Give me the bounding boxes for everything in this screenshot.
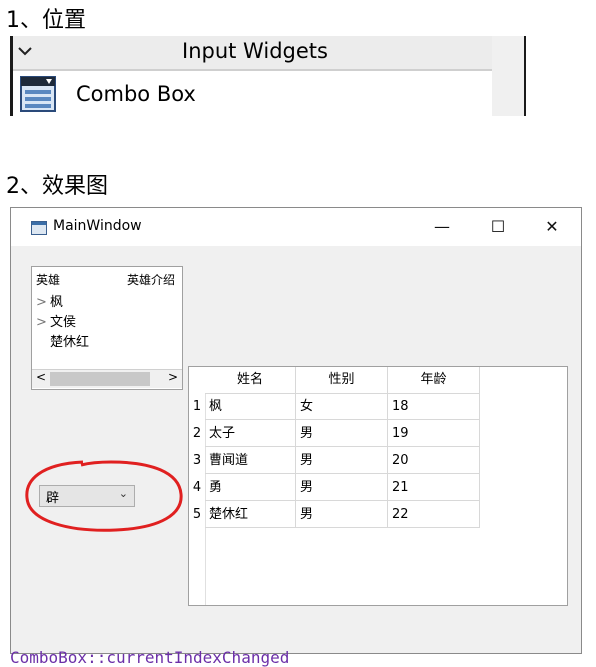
- input-widgets-group-header[interactable]: Input Widgets: [10, 36, 492, 71]
- tree-item[interactable]: 楚休红: [36, 331, 89, 350]
- main-window: MainWindow — ☐ ✕ 英雄 英雄介绍 > 枫 > 文侯 楚休红 < > …: [10, 207, 582, 654]
- table-cell-age[interactable]: 22: [388, 501, 480, 528]
- close-button[interactable]: ✕: [529, 212, 575, 242]
- row-number[interactable]: 1: [189, 393, 205, 420]
- scroll-thumb[interactable]: [50, 372, 150, 386]
- divider: [10, 36, 13, 116]
- scroll-right-icon[interactable]: >: [168, 370, 178, 384]
- table-cell-name[interactable]: 太子: [205, 420, 296, 447]
- maximize-button[interactable]: ☐: [475, 212, 521, 242]
- table-cell-name[interactable]: 枫: [205, 393, 296, 420]
- table-cell-name[interactable]: 勇: [205, 474, 296, 501]
- row-number[interactable]: 5: [189, 501, 205, 528]
- app-icon: [31, 221, 47, 235]
- minimize-button[interactable]: —: [419, 212, 465, 242]
- hero-tree-widget[interactable]: 英雄 英雄介绍 > 枫 > 文侯 楚休红 < >: [31, 266, 183, 390]
- table-header-sex[interactable]: 性别: [296, 367, 388, 394]
- expand-arrow-icon[interactable]: >: [36, 295, 50, 310]
- table-header-age[interactable]: 年龄: [388, 367, 480, 394]
- window-title: MainWindow: [53, 218, 142, 234]
- row-number[interactable]: 4: [189, 474, 205, 501]
- tree-item-label: 楚休红: [50, 335, 90, 350]
- tree-item[interactable]: > 枫: [36, 291, 63, 310]
- hero-table-widget[interactable]: 姓名 性别 年龄 1 枫 女 18 2 太子 男 19 3 曹闻道 男 20 4…: [188, 366, 568, 606]
- tree-header: 英雄 英雄介绍: [32, 267, 182, 289]
- table-cell-name[interactable]: 楚休红: [205, 501, 296, 528]
- expand-arrow-icon[interactable]: >: [36, 315, 50, 330]
- tree-item-label: 文侯: [50, 315, 77, 330]
- highlight-circle: [25, 460, 183, 532]
- group-title: Input Widgets: [182, 39, 328, 63]
- section-2-heading: 2、效果图: [6, 174, 108, 199]
- table-cell-sex[interactable]: 男: [296, 447, 388, 474]
- chevron-down-icon[interactable]: [18, 41, 32, 60]
- tree-header-intro[interactable]: 英雄介绍: [127, 271, 182, 288]
- table-cell-age[interactable]: 19: [388, 420, 480, 447]
- row-number[interactable]: 2: [189, 420, 205, 447]
- horizontal-scrollbar[interactable]: < >: [32, 369, 182, 388]
- table-cell-sex[interactable]: 男: [296, 420, 388, 447]
- table-cell-age[interactable]: 21: [388, 474, 480, 501]
- widget-box-snippet: Input Widgets Combo Box: [10, 36, 526, 116]
- section-1-heading: 1、位置: [6, 8, 86, 33]
- tree-item-label: 枫: [50, 295, 64, 310]
- table-cell-sex[interactable]: 男: [296, 474, 388, 501]
- background-code-fragment: ComboBox::currentIndexChanged: [10, 648, 290, 667]
- title-bar[interactable]: MainWindow — ☐ ✕: [11, 208, 581, 246]
- table-cell-sex[interactable]: 男: [296, 501, 388, 528]
- row-number[interactable]: 3: [189, 447, 205, 474]
- scroll-left-icon[interactable]: <: [36, 370, 46, 384]
- table-cell-age[interactable]: 18: [388, 393, 480, 420]
- scroll-column: [492, 36, 526, 116]
- table-header-name[interactable]: 姓名: [205, 367, 296, 394]
- table-cell-name[interactable]: 曹闻道: [205, 447, 296, 474]
- tree-header-hero[interactable]: 英雄: [36, 271, 60, 288]
- tree-item[interactable]: > 文侯: [36, 311, 76, 330]
- table-cell-age[interactable]: 20: [388, 447, 480, 474]
- table-cell-sex[interactable]: 女: [296, 393, 388, 420]
- combo-box-icon: [20, 76, 56, 112]
- combo-box-item-label[interactable]: Combo Box: [76, 82, 196, 106]
